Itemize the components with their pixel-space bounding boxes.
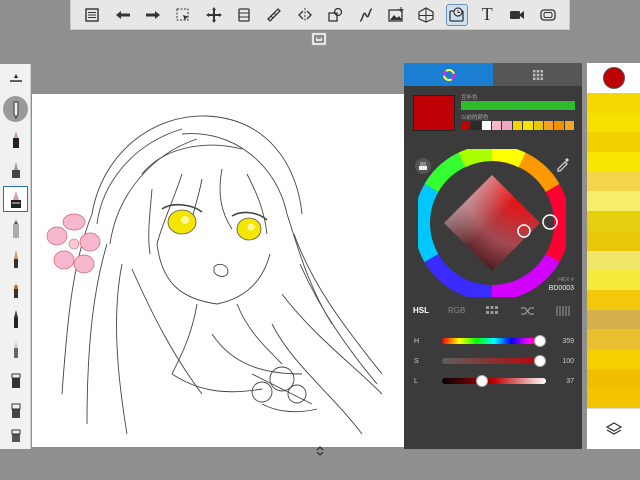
brush-calligraphy-icon[interactable] xyxy=(3,306,28,332)
mode-grid-icon[interactable] xyxy=(486,306,498,318)
symmetry-icon[interactable] xyxy=(294,4,316,26)
lightness-slider-knob[interactable] xyxy=(476,375,489,387)
main-toolbar: T xyxy=(70,0,570,30)
shapes-icon[interactable] xyxy=(324,4,346,26)
current-color-dot xyxy=(602,67,625,89)
palette-swatch[interactable] xyxy=(587,152,640,173)
expand-handle-icon[interactable] xyxy=(312,444,328,458)
brush-marker-icon[interactable] xyxy=(3,186,28,212)
palette-swatch[interactable] xyxy=(587,112,640,133)
current-color-button[interactable] xyxy=(587,63,640,93)
hex-value[interactable]: BD0003 xyxy=(549,285,574,292)
layers-panel-button[interactable] xyxy=(587,408,640,449)
mode-rgb-tab[interactable]: RGB xyxy=(448,306,465,315)
hue-slider-knob[interactable] xyxy=(533,335,546,347)
grid-icon xyxy=(532,69,543,80)
saturation-label: S xyxy=(414,357,419,365)
history-label: 以前的颜色 xyxy=(461,115,489,121)
brush-pen-icon[interactable] xyxy=(3,246,28,272)
brush-eraser2-icon[interactable] xyxy=(3,420,28,446)
curve-icon[interactable] xyxy=(355,4,377,26)
redo-icon[interactable] xyxy=(142,4,164,26)
color-editor-panel: 互补色 以前的颜色 HEX # BD0003 HSL RGB H 359 S 1… xyxy=(404,63,582,449)
transform-icon[interactable] xyxy=(203,4,225,26)
palette-swatch[interactable] xyxy=(587,368,640,389)
lightness-value: 37 xyxy=(566,377,574,385)
sketch-artwork xyxy=(46,115,383,435)
hue-value: 359 xyxy=(562,337,574,345)
lightness-slider[interactable] xyxy=(442,375,546,387)
palette-swatch[interactable] xyxy=(587,191,640,212)
palette-swatch[interactable] xyxy=(587,132,640,153)
saturation-slider-knob[interactable] xyxy=(534,355,546,367)
mode-hsl-tab[interactable]: HSL xyxy=(413,306,429,315)
palette-swatch[interactable] xyxy=(587,171,640,192)
drawing-canvas[interactable] xyxy=(32,94,404,447)
palette-swatch[interactable] xyxy=(587,309,640,330)
brush-ink-icon[interactable] xyxy=(3,126,28,152)
hue-slider[interactable] xyxy=(442,335,546,347)
palette-swatch[interactable] xyxy=(587,329,640,350)
palette-swatch[interactable] xyxy=(587,250,640,271)
harmony-icon[interactable] xyxy=(556,306,570,318)
color-palette-strip xyxy=(587,63,640,449)
palette-swatch[interactable] xyxy=(587,211,640,232)
tab-color-wheel[interactable] xyxy=(404,63,493,86)
color-wheel-icon xyxy=(442,68,455,81)
panel-toggle-icon[interactable] xyxy=(311,32,327,46)
palette-swatch[interactable] xyxy=(587,93,640,114)
undo-icon[interactable] xyxy=(112,4,134,26)
palette-swatch[interactable] xyxy=(587,348,640,370)
brush-pencil-icon[interactable] xyxy=(3,96,28,122)
hue-label: H xyxy=(414,337,420,345)
palette-swatch[interactable] xyxy=(587,388,640,409)
fullscreen-icon[interactable] xyxy=(537,4,559,26)
palette-swatch[interactable] xyxy=(587,289,640,311)
lightness-label: L xyxy=(414,377,418,385)
saturation-slider-row: S 100 xyxy=(414,355,574,367)
color-history-bar[interactable] xyxy=(461,121,575,130)
current-color-swatch xyxy=(413,95,455,131)
hue-slider-row: H 359 xyxy=(414,335,574,347)
palette-swatch[interactable] xyxy=(587,230,640,251)
tracing-icon[interactable] xyxy=(445,3,468,26)
video-icon[interactable] xyxy=(506,4,528,26)
color-wheel[interactable] xyxy=(418,149,566,297)
brush-fill-icon[interactable] xyxy=(3,216,28,242)
layers-stack-icon xyxy=(605,422,622,435)
brush-library-sidebar xyxy=(0,64,31,449)
brush-move-icon[interactable] xyxy=(3,68,28,94)
brush-round-icon[interactable] xyxy=(3,276,28,302)
saturation-slider[interactable] xyxy=(442,355,546,367)
complementary-color-bar[interactable] xyxy=(461,101,575,110)
layers-icon[interactable] xyxy=(233,4,255,26)
complementary-label: 互补色 xyxy=(461,95,478,101)
saturation-value: 100 xyxy=(562,357,574,365)
text-icon: T xyxy=(481,4,493,24)
perspective-icon[interactable] xyxy=(415,4,437,26)
hex-label: HEX # xyxy=(558,277,574,283)
select-icon[interactable] xyxy=(172,4,194,26)
lightness-slider-row: L 37 xyxy=(414,375,574,387)
image-import-icon[interactable] xyxy=(385,4,407,26)
tab-color-sets[interactable] xyxy=(493,63,582,86)
brush-smudge-icon[interactable] xyxy=(3,366,28,392)
menu-icon[interactable] xyxy=(81,4,103,26)
palette-swatch[interactable] xyxy=(587,270,640,291)
brush-eraser-icon[interactable] xyxy=(3,396,28,422)
text-tool-button[interactable]: T xyxy=(476,4,498,26)
brush-airbrush-icon[interactable] xyxy=(3,156,28,182)
shuffle-icon[interactable] xyxy=(521,306,535,318)
brush-paint-icon[interactable] xyxy=(3,336,28,362)
ruler-icon[interactable] xyxy=(263,4,285,26)
